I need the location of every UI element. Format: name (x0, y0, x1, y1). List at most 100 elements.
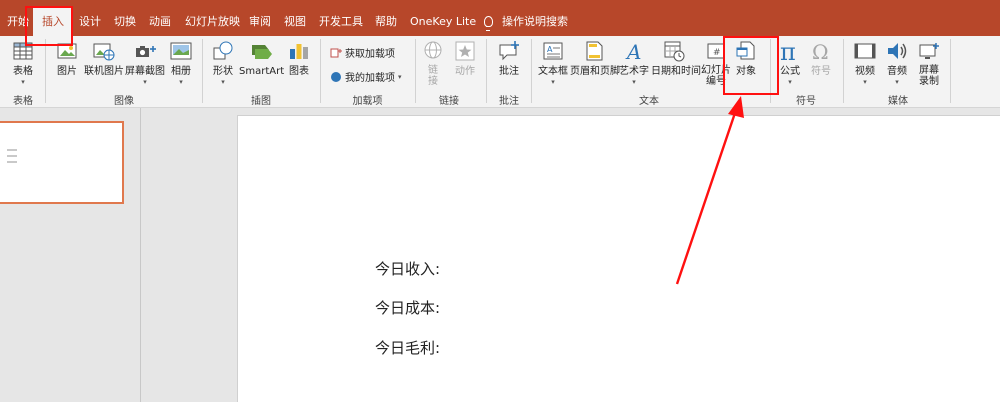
shapes-label: 形状 (213, 66, 233, 77)
equation-button[interactable]: π 公式 ▾ (778, 39, 802, 86)
header-footer-label: 页眉和页脚 (570, 66, 620, 77)
slide-number-button[interactable]: # 幻灯片 编号 (700, 39, 732, 87)
ribbon: 表格 ▾ 表格 图片 联机图片 屏幕截图 ▾ 相册 ▾ 图像 形状 ▾ Smar… (0, 36, 1000, 108)
date-time-label: 日期和时间 (651, 66, 701, 77)
tell-me-search[interactable]: 操作说明搜索 (502, 0, 568, 36)
header-footer-icon (586, 41, 603, 61)
object-icon (736, 41, 755, 60)
tab-help[interactable]: 帮助 (375, 0, 397, 36)
group-label-table: 表格 (13, 96, 33, 107)
screenshot-label: 屏幕截图 (125, 66, 165, 77)
film-icon (854, 43, 876, 59)
chevron-down-icon: ▾ (398, 72, 402, 81)
screen-recording-button[interactable]: 屏幕 录制 (914, 39, 944, 87)
group-label-images: 图像 (114, 96, 134, 107)
store-plus-icon (330, 48, 342, 57)
tab-slideshow[interactable]: 幻灯片放映 (185, 0, 240, 36)
get-addins-button[interactable]: 获取加载项 (330, 45, 395, 60)
chevron-down-icon: ▾ (21, 78, 25, 86)
thumbnail-text-line (7, 161, 17, 163)
table-button[interactable]: 表格 ▾ (8, 39, 38, 86)
chevron-down-icon: ▾ (863, 78, 867, 86)
audio-button[interactable]: 音频 ▾ (884, 39, 910, 86)
online-picture-icon (93, 43, 115, 61)
photo-album-icon (170, 42, 192, 60)
screen-record-icon (919, 43, 939, 59)
object-button[interactable]: 对象 (731, 39, 761, 78)
video-label: 视频 (855, 66, 875, 77)
lightbulb-icon (484, 16, 493, 31)
group-label-media: 媒体 (888, 96, 908, 107)
chevron-down-icon: ▾ (143, 78, 147, 86)
my-addins-icon (331, 71, 341, 82)
thumbnail-text-line (7, 155, 17, 157)
tab-onekey-lite[interactable]: OneKey Lite (410, 0, 476, 36)
chevron-down-icon: ▾ (895, 78, 899, 86)
group-label-addins: 加载项 (352, 96, 383, 107)
wordart-icon: A (625, 40, 641, 63)
online-picture-button[interactable]: 联机图片 (84, 39, 124, 78)
screen-recording-label-line1: 屏幕 (919, 65, 939, 76)
tab-developer[interactable]: 开发工具 (319, 0, 363, 36)
table-icon (13, 42, 33, 60)
action-button[interactable]: 动作 (450, 39, 480, 78)
header-footer-button[interactable]: 页眉和页脚 (570, 39, 620, 78)
date-time-button[interactable]: 日期和时间 (651, 39, 701, 78)
group-divider (770, 39, 771, 103)
calendar-clock-icon (664, 41, 685, 62)
link-globe-icon (424, 41, 442, 59)
group-divider (486, 39, 487, 103)
symbol-button[interactable]: Ω 符号 (808, 39, 834, 78)
video-button[interactable]: 视频 ▾ (852, 39, 878, 86)
chevron-down-icon: ▾ (221, 78, 225, 86)
comment-label: 批注 (499, 66, 519, 77)
group-label-links: 链接 (439, 96, 459, 107)
tab-design[interactable]: 设计 (79, 0, 101, 36)
tab-review[interactable]: 审阅 (249, 0, 271, 36)
slide-thumbnail[interactable] (0, 121, 124, 204)
slide-text-gross-profit[interactable]: 今日毛利: (375, 337, 440, 358)
slide-canvas[interactable] (237, 115, 1000, 402)
chevron-down-icon: ▾ (788, 78, 792, 86)
group-divider (415, 39, 416, 103)
ribbon-tab-bar: 开始 插入 设计 切换 动画 幻灯片放映 审阅 视图 开发工具 帮助 OneKe… (0, 0, 1000, 42)
picture-label: 图片 (57, 66, 77, 77)
smartart-button[interactable]: SmartArt (239, 39, 285, 78)
pi-icon: π (780, 39, 796, 63)
textbox-button[interactable]: A 文本框 ▾ (538, 39, 568, 86)
link-label-line2: 接 (428, 76, 438, 87)
slide-text-income[interactable]: 今日收入: (375, 258, 440, 279)
tab-home[interactable]: 开始 (7, 0, 29, 36)
link-button[interactable]: 链 接 (421, 39, 445, 87)
table-label: 表格 (13, 66, 33, 77)
comment-plus-icon (499, 41, 519, 61)
screen-recording-label-line2: 录制 (919, 76, 939, 87)
my-addins-button[interactable]: 我的加载项 ▾ (330, 69, 402, 84)
smartart-label: SmartArt (239, 66, 285, 77)
slide-text-cost[interactable]: 今日成本: (375, 297, 440, 318)
group-label-symbols: 符号 (796, 96, 816, 107)
online-picture-label: 联机图片 (84, 66, 124, 77)
group-divider (843, 39, 844, 103)
group-divider (45, 39, 46, 103)
powerpoint-window: 开始 插入 设计 切换 动画 幻灯片放映 审阅 视图 开发工具 帮助 OneKe… (0, 0, 1000, 402)
camera-icon (136, 46, 156, 57)
photo-album-button[interactable]: 相册 ▾ (168, 39, 194, 86)
audio-label: 音频 (887, 66, 907, 77)
chevron-down-icon: ▾ (551, 78, 555, 86)
screenshot-button[interactable]: 屏幕截图 ▾ (125, 39, 165, 86)
comment-button[interactable]: 批注 (495, 39, 523, 78)
object-label: 对象 (736, 66, 756, 77)
wordart-label: 艺术字 (619, 66, 649, 77)
textbox-icon: A (543, 42, 563, 60)
tab-animations[interactable]: 动画 (149, 0, 171, 36)
slide-number-label-line2: 编号 (706, 76, 726, 87)
picture-button[interactable]: 图片 (54, 39, 80, 78)
shapes-button[interactable]: 形状 ▾ (211, 39, 235, 86)
wordart-button[interactable]: A 艺术字 ▾ (619, 39, 649, 86)
tab-view[interactable]: 视图 (284, 0, 306, 36)
svg-text:A: A (625, 40, 641, 63)
tab-transitions[interactable]: 切换 (114, 0, 136, 36)
svg-text:Ω: Ω (812, 40, 829, 63)
chart-button[interactable]: 图表 (287, 39, 311, 78)
